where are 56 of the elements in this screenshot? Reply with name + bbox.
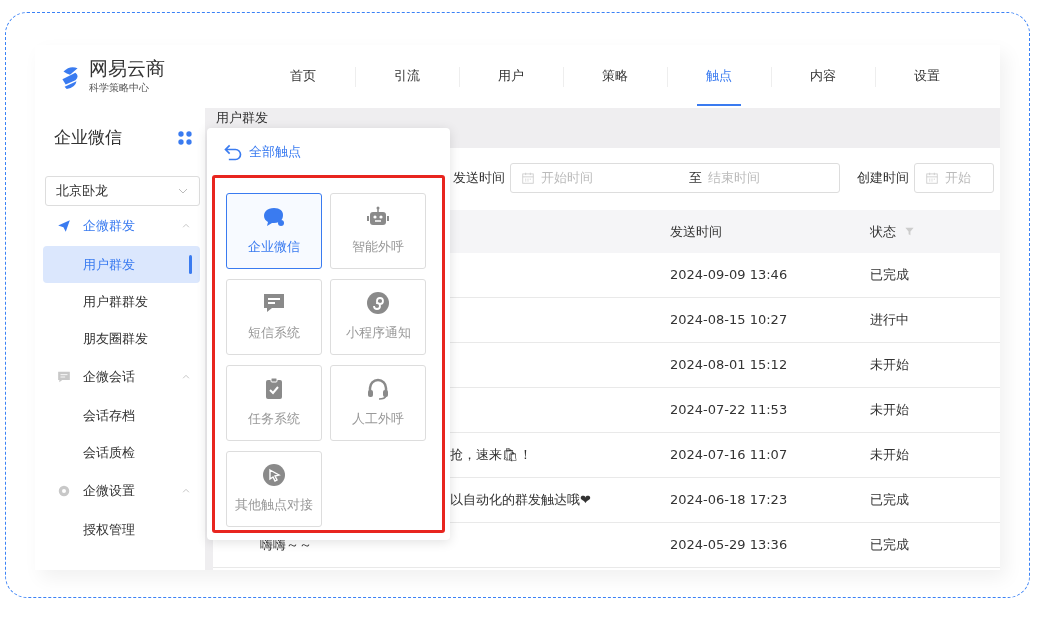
calendar-icon — [925, 171, 939, 185]
menu-item[interactable]: 授权管理 — [43, 511, 200, 548]
table-cell: 2024-08-01 15:12 — [670, 357, 788, 373]
menu-group[interactable]: 企微设置 — [35, 471, 205, 511]
filter-label: 发送时间 — [453, 169, 505, 188]
menu-item[interactable]: 朋友圈群发 — [43, 320, 200, 357]
menu-group[interactable]: 企微群发 — [35, 206, 205, 246]
table-cell: 2024-05-29 13:36 — [670, 537, 788, 553]
calendar-icon — [521, 171, 535, 185]
caret-up-icon — [181, 486, 191, 496]
nav-tab[interactable]: 策略 — [563, 45, 667, 108]
filter-label: 创建时间 — [857, 169, 909, 188]
nav-tab[interactable]: 内容 — [771, 45, 875, 108]
logo-tagline: 科学策略中心 — [89, 80, 150, 95]
table-cell: 已完成 — [870, 267, 909, 283]
nav-tab[interactable]: 首页 — [251, 45, 355, 108]
table-cell: 2024-08-15 10:27 — [670, 312, 788, 328]
account-select[interactable]: 北京卧龙 — [45, 176, 200, 206]
table-cell: 2024-07-22 11:53 — [670, 402, 788, 418]
table-cell: 2024-07-16 11:07 — [670, 447, 788, 463]
popover-title[interactable]: 全部触点 — [249, 141, 301, 162]
nav-tab[interactable]: 触点 — [667, 45, 771, 108]
gear-icon — [57, 484, 71, 498]
message-text: 以自动化的群发触达哦❤ — [450, 492, 591, 508]
menu-item[interactable]: 会话质检 — [43, 434, 200, 471]
column-header: 状态 — [870, 222, 896, 241]
grid-icon — [177, 130, 193, 146]
sidebar-title: 企业微信 — [54, 126, 122, 150]
headset-icon — [366, 377, 390, 402]
table-cell: 已完成 — [870, 537, 909, 553]
link-circle-icon — [366, 291, 390, 316]
cursor-circle-icon — [262, 463, 286, 488]
column-header: 发送时间 — [670, 223, 722, 239]
nav-tab[interactable]: 用户 — [459, 45, 563, 108]
breadcrumb: 用户群发 — [215, 109, 269, 127]
table-cell: 已完成 — [870, 492, 909, 508]
channel-tile[interactable]: 企业微信 — [226, 193, 322, 269]
logo-text: 网易云商 — [89, 58, 165, 78]
filter-icon — [904, 226, 915, 237]
table-cell: 2024-06-18 17:23 — [670, 492, 788, 508]
date-range-field[interactable]: 开始时间 至 结束时间 — [510, 163, 840, 193]
paper-plane-icon — [57, 219, 71, 233]
menu-item[interactable]: 会话存档 — [43, 397, 200, 434]
caret-up-icon — [181, 372, 191, 382]
table-cell: 2024-09-09 13:46 — [670, 267, 788, 283]
chat-icon — [57, 370, 71, 384]
menu-group[interactable]: 企微会话 — [35, 357, 205, 397]
table-cell: 未开始 — [870, 402, 909, 418]
caret-up-icon — [181, 221, 191, 231]
message-text: 抢，速来🛍！ — [450, 447, 532, 463]
nav-tab[interactable]: 引流 — [355, 45, 459, 108]
table-cell: 进行中 — [870, 312, 909, 328]
menu-item[interactable]: 用户群群发 — [43, 283, 200, 320]
nav-tab[interactable]: 设置 — [875, 45, 979, 108]
table-cell: 未开始 — [870, 357, 909, 373]
table-cell: 未开始 — [870, 447, 909, 463]
